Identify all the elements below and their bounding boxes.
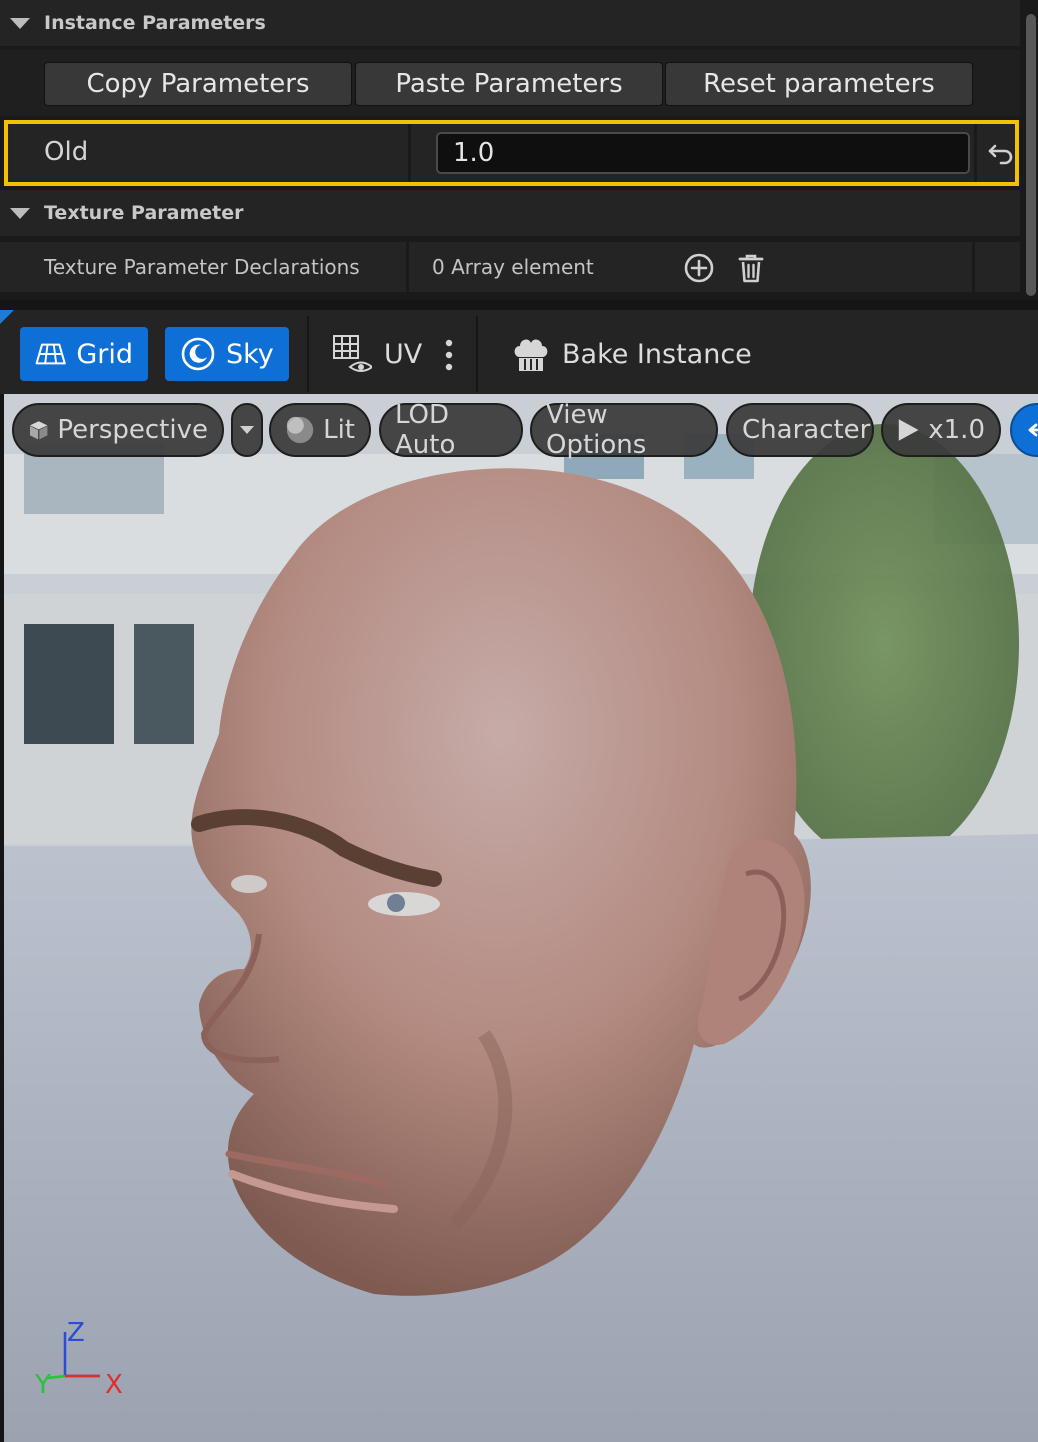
reset-to-default-icon[interactable] [986,137,1016,167]
viewport-toolbar: Grid Sky UV Bake Instance [0,310,1038,394]
section-title: Texture Parameter [44,202,244,224]
column-divider [974,124,977,182]
lit-label: Lit [323,415,355,445]
add-element-icon[interactable] [683,252,715,284]
texture-declarations-label: Texture Parameter Declarations [44,255,360,279]
details-panel: Instance Parameters Copy Parameters Past… [0,0,1038,300]
viewport-render [4,394,1038,1442]
instance-parameters-header[interactable]: Instance Parameters [0,0,1020,46]
copy-parameters-button[interactable]: Copy Parameters [44,62,352,106]
toolbar-separator [476,316,478,392]
grid-label: Grid [76,338,133,370]
old-parameter-value-input[interactable]: 1.0 [436,132,970,174]
perspective-label: Perspective [57,415,208,445]
column-divider [972,242,975,292]
lod-auto-button[interactable]: LOD Auto [379,400,523,460]
column-divider [408,124,411,182]
uv-button[interactable]: UV [332,327,422,381]
sky-toggle-button[interactable]: Sky [165,327,289,381]
lit-sphere-icon [286,416,314,444]
section-title: Instance Parameters [44,12,266,34]
perspective-button[interactable]: Perspective [12,403,224,457]
viewport-3d[interactable]: Z X Y Perspective Lit LOD Auto View Opti… [4,394,1038,1442]
sky-label: Sky [226,338,274,370]
uv-grid-icon [333,335,372,372]
paste-parameters-button[interactable]: Paste Parameters [355,62,663,106]
axis-z-label: Z [67,1318,85,1348]
texture-parameter-declarations-row: Texture Parameter Declarations 0 Array e… [0,242,1020,292]
chevron-down-icon [240,426,254,434]
array-element-count: 0 Array element [432,255,594,279]
reset-parameters-button[interactable]: Reset parameters [665,62,973,106]
chef-hat-icon [514,339,548,371]
grid-toggle-button[interactable]: Grid [20,327,148,381]
viewport-dropdown-button[interactable] [231,403,263,457]
axis-x-label: X [105,1370,123,1400]
grid-icon [35,343,66,365]
view-options-button[interactable]: View Options [530,400,718,460]
playback-speed-button[interactable]: x1.0 [881,403,1001,457]
old-parameter-label: Old [44,137,89,167]
delete-all-icon[interactable] [735,252,767,284]
bake-instance-button[interactable]: Bake Instance [512,327,752,381]
axis-y-label: Y [35,1370,51,1400]
details-scrollbar[interactable] [1022,0,1038,300]
collapse-triangle-icon[interactable] [10,17,30,29]
uv-label: UV [384,338,423,370]
character-button[interactable]: Character [726,403,874,457]
bake-instance-label: Bake Instance [562,338,752,370]
lit-mode-button[interactable]: Lit [269,403,371,457]
speed-label: x1.0 [928,415,985,445]
old-parameter-row: Old 1.0 [4,120,1019,186]
collapse-triangle-icon[interactable] [10,207,30,219]
cube-icon [30,421,48,440]
toolbar-separator [307,316,309,392]
play-icon [898,419,919,441]
viewport-corner-marker [0,310,14,324]
column-divider [406,242,409,292]
texture-parameter-header[interactable]: Texture Parameter [0,190,1020,236]
more-options-icon[interactable] [443,338,455,372]
sky-icon [181,337,215,371]
parameter-button-row: Copy Parameters Paste Parameters Reset p… [0,50,1020,116]
move-arrows-icon [1028,423,1038,437]
scrollbar-thumb[interactable] [1026,14,1036,296]
